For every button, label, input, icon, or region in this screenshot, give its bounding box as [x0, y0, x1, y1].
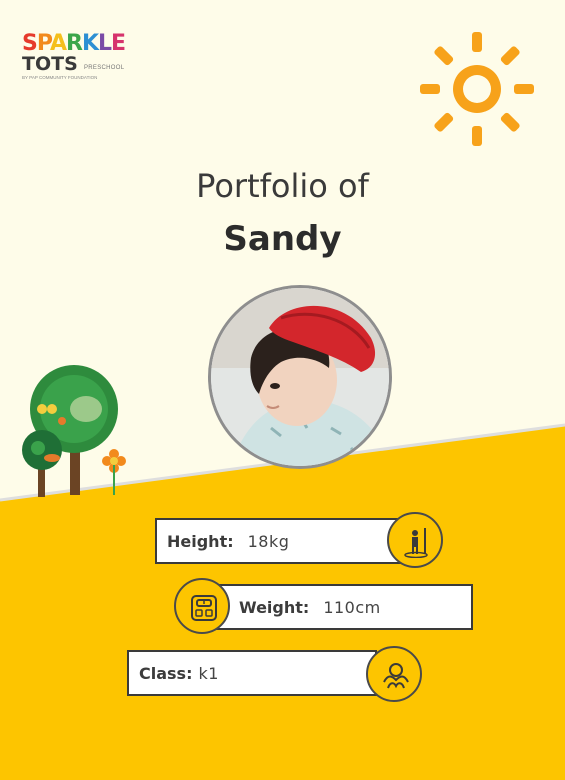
logo-word-tots: TOTS: [22, 53, 78, 75]
height-field: Height: 18kg: [155, 518, 405, 564]
logo-word-sparkle: SPARKLE: [22, 31, 126, 56]
class-field: Class: k1: [127, 650, 377, 696]
page-title: Portfolio of: [196, 167, 369, 205]
child-photo-illustration: [211, 288, 389, 466]
children-hug-icon: [366, 646, 422, 702]
weight-label: Weight:: [239, 597, 310, 617]
sun-icon: [420, 32, 534, 146]
class-label: Class:: [139, 663, 193, 683]
height-measure-icon: [387, 512, 443, 568]
weight-value: 110cm: [323, 597, 381, 617]
logo-foundation-text: BY PAP COMMUNITY FOUNDATION: [22, 75, 98, 80]
height-label: Height:: [167, 531, 234, 551]
sparkle-tots-logo: SPARKLE TOTS PRESCHOOL BY PAP COMMUNITY …: [22, 33, 132, 81]
child-name: Sandy: [223, 219, 342, 259]
portfolio-page: SPARKLE TOTS PRESCHOOL BY PAP COMMUNITY …: [0, 0, 565, 780]
logo-preschool-text: PRESCHOOL: [84, 65, 125, 71]
tree-illustration: [22, 365, 126, 497]
child-photo: [208, 285, 392, 469]
weighing-scale-icon: [174, 578, 230, 634]
class-value: k1: [198, 663, 219, 683]
weight-field: Weight: 110cm: [215, 584, 473, 630]
height-value: 18kg: [247, 531, 290, 551]
